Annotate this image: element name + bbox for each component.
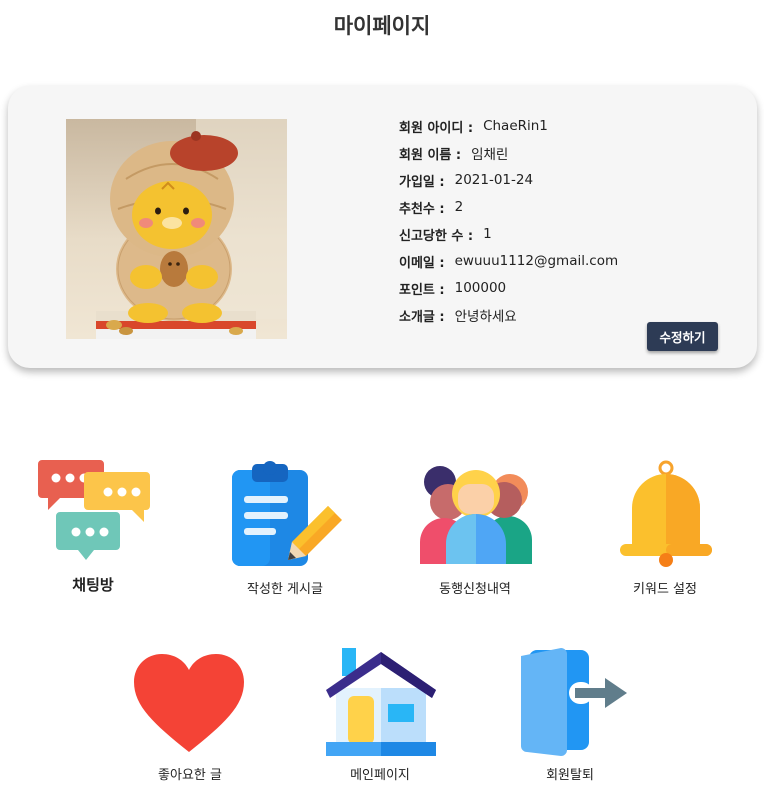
menu-label: 회원탈퇴	[546, 768, 594, 783]
menu-written-posts[interactable]: 작성한 게시글	[210, 460, 360, 597]
house-icon	[326, 648, 436, 756]
profile-avatar	[66, 119, 287, 339]
info-row-join-date: 가입일 : 2021-01-24	[399, 170, 533, 190]
menu-main-page[interactable]: 메인페이지	[310, 648, 450, 784]
info-label: 가입일 :	[399, 174, 445, 190]
page-title: 마이페이지	[333, 14, 431, 38]
menu-label: 동행신청내역	[439, 582, 511, 597]
info-value: 안녕하세요	[454, 309, 517, 325]
info-value: 1	[483, 226, 492, 242]
info-value: 임채린	[471, 147, 509, 163]
info-row-name: 회원 이름 : 임채린	[399, 143, 508, 163]
info-row-id: 회원 아이디 : ChaeRin1	[399, 116, 548, 136]
menu-label: 채팅방	[72, 576, 114, 594]
menu-keyword-settings[interactable]: 키워드 설정	[600, 460, 730, 597]
info-row-email: 이메일 : ewuuu1112@gmail.com	[399, 251, 618, 271]
info-row-recommend: 추천수 : 2	[399, 197, 463, 217]
menu-withdraw[interactable]: 회원탈퇴	[505, 648, 635, 784]
menu-chat[interactable]: 채팅방	[28, 456, 158, 596]
info-row-reported: 신고당한 수 : 1	[399, 224, 492, 244]
heart-icon	[134, 654, 244, 752]
menu-label: 좋아요한 글	[158, 768, 222, 783]
info-label: 포인트 :	[399, 282, 445, 298]
bell-icon	[620, 460, 712, 567]
info-label: 소개글 :	[399, 309, 445, 325]
clipboard-pencil-icon	[232, 461, 342, 566]
menu-label: 메인페이지	[350, 768, 410, 783]
info-value: 100000	[454, 280, 507, 296]
menu-label: 작성한 게시글	[247, 582, 323, 597]
info-value: ChaeRin1	[483, 118, 548, 134]
info-value: ewuuu1112@gmail.com	[454, 253, 619, 269]
info-label: 회원 아이디 :	[399, 120, 474, 136]
menu-liked-posts[interactable]: 좋아요한 글	[120, 654, 260, 784]
info-value: 2	[454, 199, 464, 215]
info-value: 2021-01-24	[454, 172, 534, 188]
info-label: 신고당한 수 :	[399, 228, 474, 244]
menu-label: 키워드 설정	[633, 582, 697, 597]
edit-profile-button[interactable]: 수정하기	[647, 322, 718, 351]
info-row-intro: 소개글 : 안녕하세요	[399, 305, 517, 325]
info-label: 추천수 :	[399, 201, 445, 217]
info-row-points: 포인트 : 100000	[399, 278, 506, 298]
chat-bubbles-icon	[38, 460, 150, 560]
menu-companion-requests[interactable]: 동행신청내역	[400, 464, 550, 597]
group-people-icon	[420, 466, 532, 564]
exit-door-icon	[521, 648, 627, 756]
info-label: 이메일 :	[399, 255, 445, 271]
profile-card: 회원 아이디 : ChaeRin1 회원 이름 : 임채린 가입일 : 2021…	[8, 86, 757, 368]
info-label: 회원 이름 :	[399, 147, 462, 163]
